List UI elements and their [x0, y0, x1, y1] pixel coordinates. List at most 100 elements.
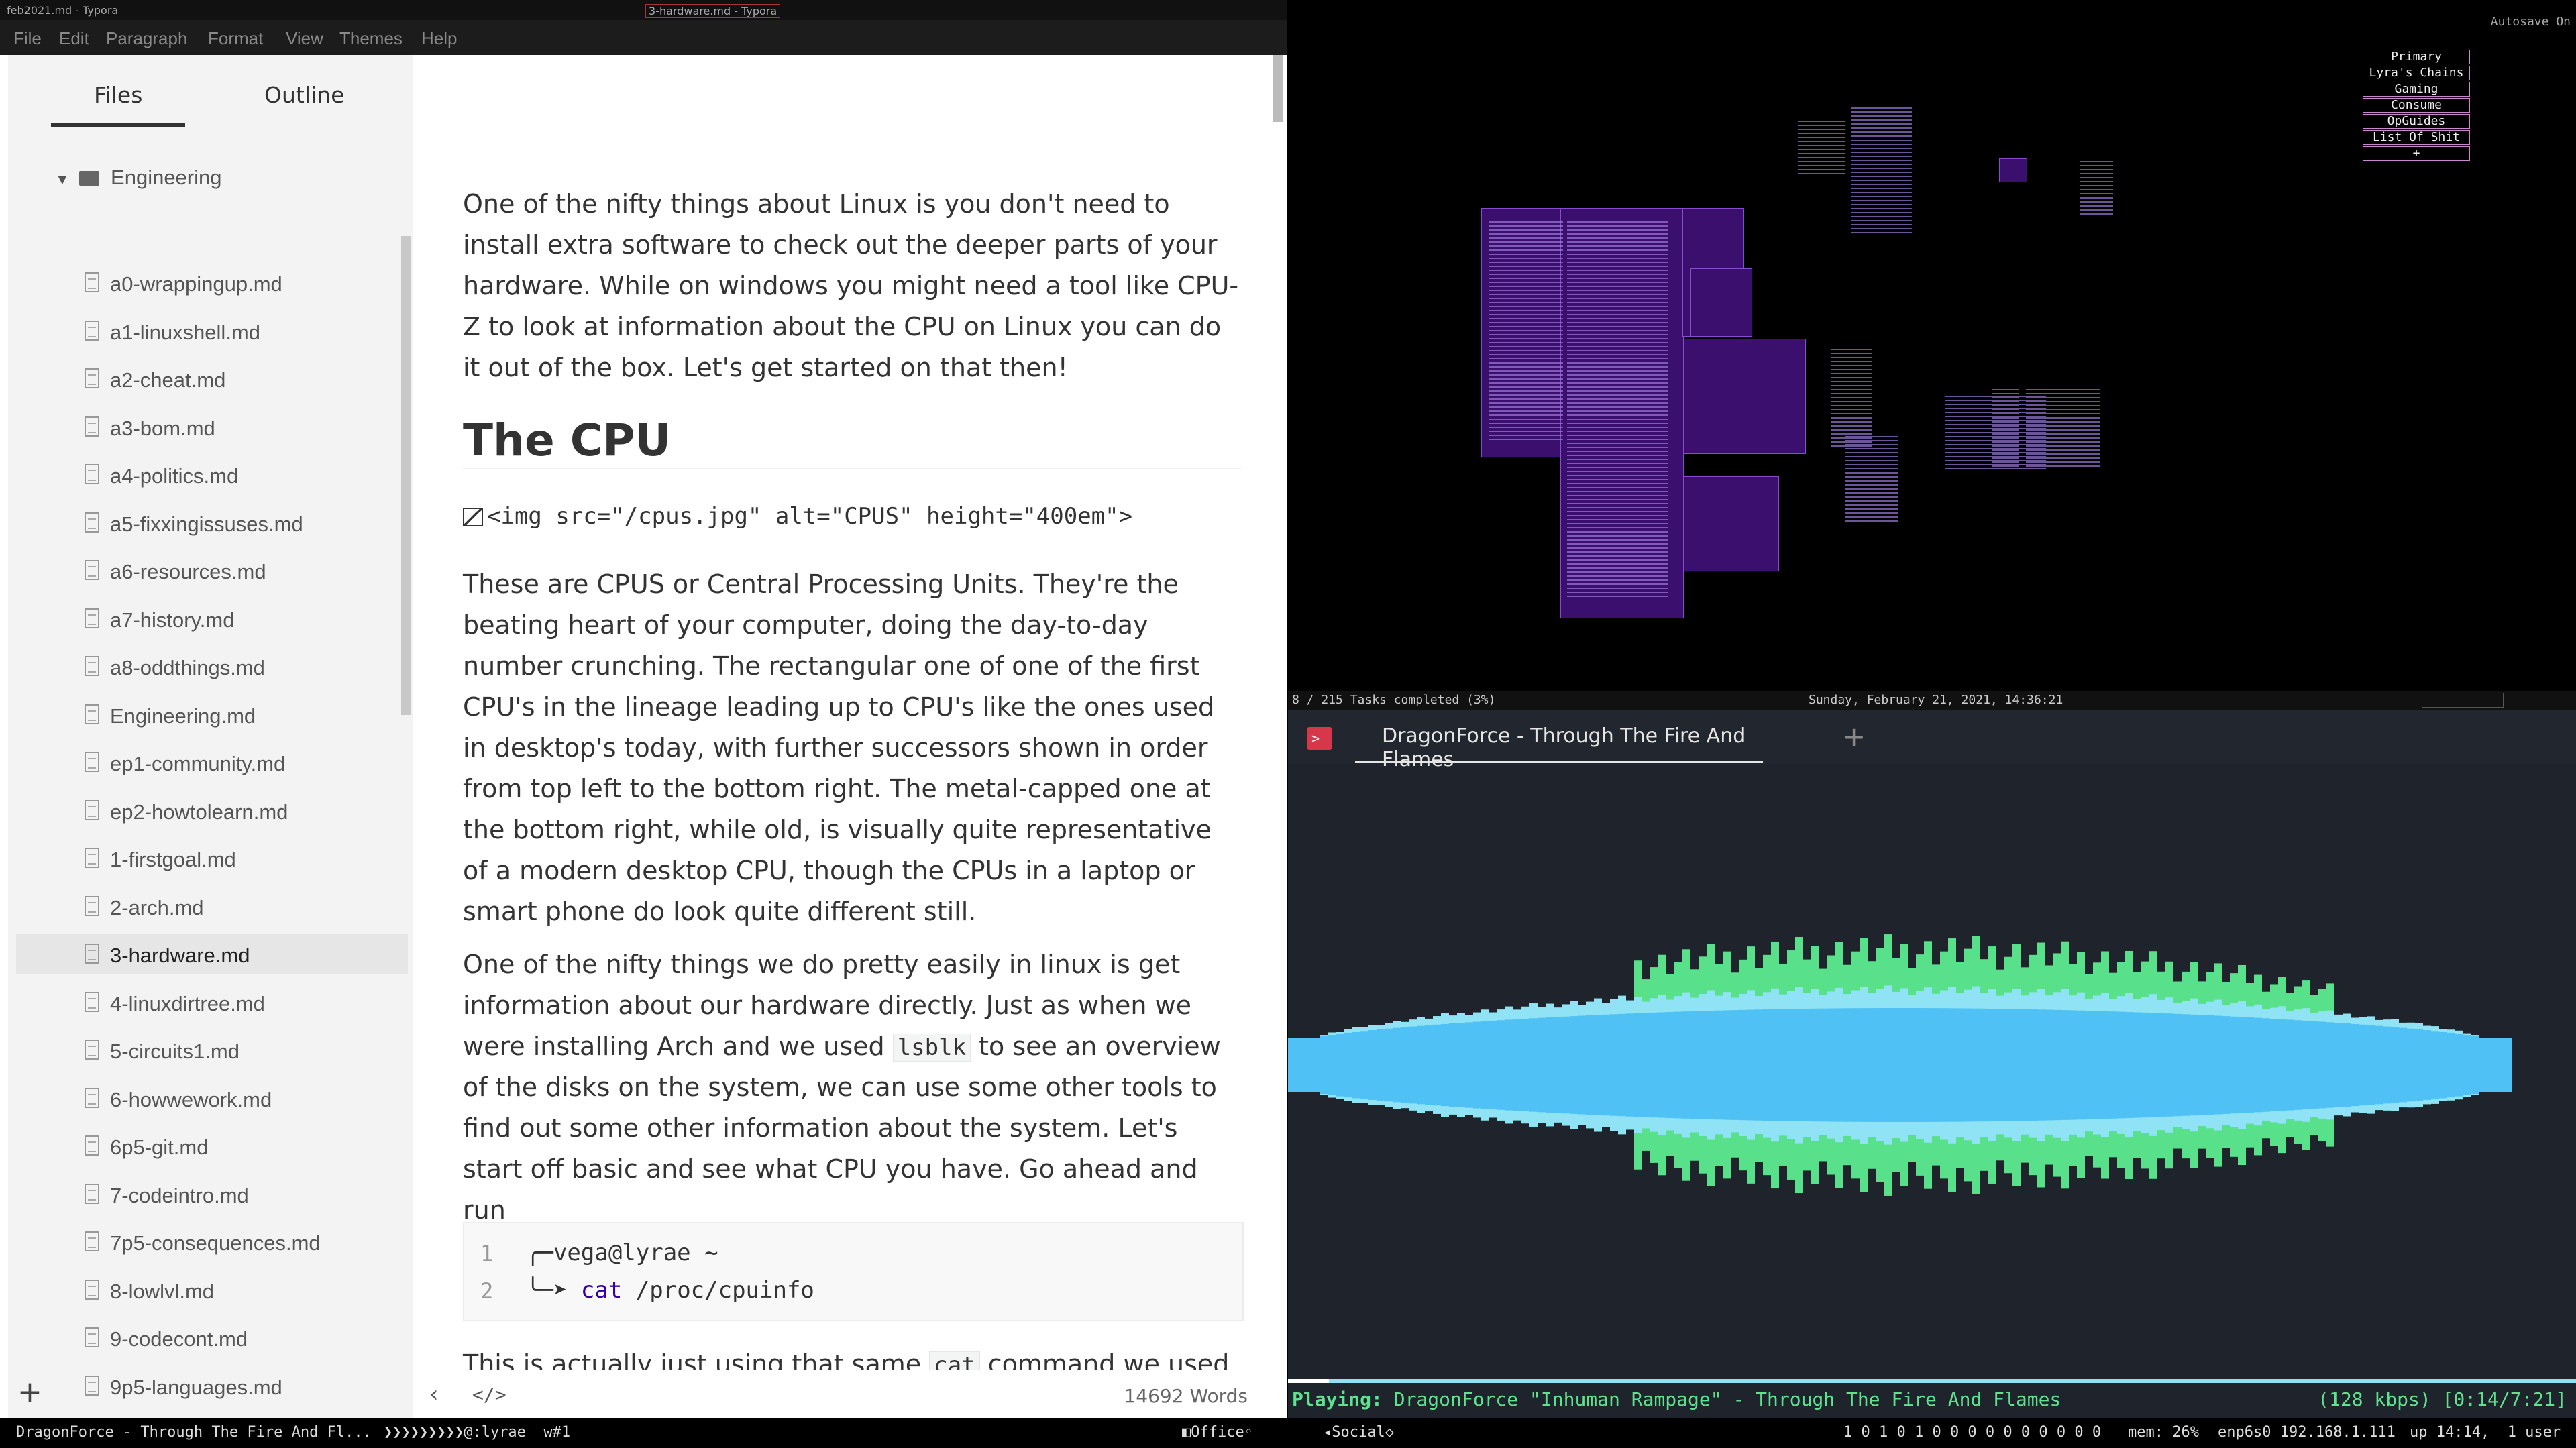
- workspace-add[interactable]: +: [2363, 146, 2470, 161]
- workspace-list[interactable]: List Of Shit: [2363, 130, 2470, 145]
- sidebar-file-item[interactable]: a3-bom.md: [79, 407, 408, 447]
- sidebar-file-item[interactable]: a5-fixxingissuses.md: [79, 503, 408, 543]
- visualizer-bar: [2029, 1009, 2037, 1121]
- sidebar-file-item[interactable]: 3-hardware.md: [16, 934, 408, 974]
- sidebar-file-item[interactable]: 5-circuits1.md: [79, 1030, 408, 1070]
- panel-workspace-office[interactable]: ◧Office◦: [1182, 1424, 1253, 1441]
- chevron-down-icon: ▼: [55, 171, 70, 188]
- sidebar-file-item[interactable]: 4-linuxdirtree.md: [79, 983, 408, 1023]
- line-number: 2: [480, 1278, 494, 1304]
- active-tab-indicator: [51, 123, 185, 127]
- panel-workspace-social[interactable]: ◂Social◇: [1323, 1424, 1394, 1441]
- code-block[interactable]: 1 2 ╭─vega@lyrae ~ ╰─➤ cat /proc/cpuinfo: [463, 1222, 1244, 1321]
- visualizer-bar: [2463, 1035, 2471, 1095]
- document-editor[interactable]: One of the nifty things about Linux is y…: [416, 55, 1287, 1370]
- sidebar-file-item[interactable]: a2-cheat.md: [79, 359, 408, 399]
- visualizer-bar: [2455, 1034, 2463, 1097]
- add-file-button[interactable]: +: [17, 1375, 42, 1409]
- sidebar-file-label: a4-politics.md: [110, 464, 239, 488]
- heading-rule: [463, 468, 1241, 469]
- visualizer-bar: [1449, 1023, 1457, 1107]
- menu-view[interactable]: View: [286, 28, 323, 49]
- file-icon: [85, 1183, 99, 1204]
- tab-outline[interactable]: Outline: [264, 82, 344, 108]
- sidebar-file-item[interactable]: a1-linuxshell.md: [79, 311, 408, 351]
- editor-scrollbar[interactable]: [1273, 55, 1283, 122]
- visualizer-bar: [1715, 1010, 1723, 1120]
- terminal-icon[interactable]: >_: [1307, 727, 1332, 750]
- file-icon: [85, 1040, 99, 1060]
- visualizer-bar: [2230, 1016, 2238, 1114]
- menu-file[interactable]: File: [13, 28, 42, 49]
- task-status-bar: 8 / 215 Tasks completed (3%) Sunday, Feb…: [1288, 691, 2576, 710]
- image-tag-line: <img src="/cpus.jpg" alt="CPUS" height="…: [463, 503, 1132, 530]
- sidebar-file-item[interactable]: 7p5-consequences.md: [79, 1222, 408, 1262]
- sidebar-scrollbar[interactable]: [401, 236, 411, 715]
- sidebar-file-label: a0-wrappingup.md: [110, 272, 282, 296]
- visualizer-bar: [2375, 1025, 2383, 1105]
- visualizer-bar: [1763, 1009, 1771, 1121]
- workspace-primary[interactable]: Primary: [2363, 50, 2470, 64]
- sidebar-file-item[interactable]: 6-howwework.md: [79, 1078, 408, 1119]
- terminal-tab[interactable]: DragonForce - Through The Fire And Flame…: [1355, 710, 1763, 771]
- tab-files[interactable]: Files: [94, 82, 142, 108]
- broken-image-icon: [463, 508, 483, 526]
- sidebar-file-item[interactable]: a6-resources.md: [79, 551, 408, 591]
- heading-the-cpu: The CPU: [463, 414, 672, 466]
- panel-memory: mem: 26%: [2128, 1424, 2199, 1441]
- sidebar-file-item[interactable]: ep1-community.md: [79, 742, 408, 783]
- note-text: [1489, 221, 1563, 443]
- visualizer-bar: [1618, 1013, 1626, 1117]
- workspace-opguides[interactable]: OpGuides: [2363, 114, 2470, 129]
- sidebar-file-item[interactable]: 9-codecont.md: [79, 1318, 408, 1358]
- workspace-gaming[interactable]: Gaming: [2363, 82, 2470, 97]
- sidebar-file-item[interactable]: a7-history.md: [79, 599, 408, 639]
- sidebar-file-item[interactable]: a8-oddthings.md: [79, 647, 408, 687]
- visualizer-bar: [2359, 1024, 2367, 1106]
- word-count[interactable]: 14692 Words: [1124, 1385, 1248, 1407]
- folder-engineering[interactable]: ▼ Engineering: [55, 166, 222, 190]
- sidebar-file-item[interactable]: ep2-howtolearn.md: [79, 791, 408, 831]
- sidebar-file-item[interactable]: Engineering.md: [79, 695, 408, 735]
- code-prompt: ╰─➤: [526, 1277, 581, 1304]
- visualizer-bar: [2149, 1013, 2157, 1117]
- menu-themes[interactable]: Themes: [339, 28, 402, 49]
- note-block: [1684, 537, 1779, 571]
- sidebar-file-item[interactable]: 9p5-languages.md: [79, 1366, 408, 1406]
- visualizer-bar: [2214, 1015, 2222, 1115]
- visualizer-bar: [2479, 1038, 2487, 1092]
- visualizer-bar: [1827, 1008, 1835, 1122]
- typora-window: feb2021.md - Typora 3-hardware.md - Typo…: [0, 0, 1287, 1419]
- sidebar-file-item[interactable]: 7-codeintro.md: [79, 1174, 408, 1215]
- visualizer-bar: [1433, 1024, 1441, 1106]
- sidebar-file-item[interactable]: 2-arch.md: [79, 887, 408, 927]
- search-box[interactable]: [2422, 693, 2504, 708]
- sidebar-file-item[interactable]: a4-politics.md: [79, 455, 408, 495]
- visualizer-bar: [2439, 1032, 2447, 1099]
- menu-edit[interactable]: Edit: [59, 28, 89, 49]
- menu-help[interactable]: Help: [421, 28, 457, 49]
- sidebar-file-item[interactable]: a0-wrappingup.md: [79, 263, 408, 303]
- playback-progress[interactable]: [1288, 1379, 2576, 1383]
- workspace-lyras-chains[interactable]: Lyra's Chains: [2363, 66, 2470, 80]
- file-icon: [85, 320, 99, 341]
- panel-uptime: up 14:14, 1 user: [2410, 1424, 2561, 1441]
- sidebar-file-item[interactable]: 6p5-git.md: [79, 1126, 408, 1166]
- chevron-left-icon[interactable]: ‹: [429, 1381, 439, 1408]
- visualizer-bar: [2471, 1036, 2479, 1095]
- visualizer-bar: [1368, 1030, 1377, 1100]
- menu-format[interactable]: Format: [208, 28, 263, 49]
- new-tab-button[interactable]: +: [1842, 720, 1866, 753]
- sidebar-file-item[interactable]: 1-firstgoal.md: [79, 838, 408, 879]
- sidebar-file-label: Engineering.md: [110, 704, 256, 728]
- visualizer-bar: [1465, 1022, 1473, 1108]
- visualizer-bar: [1521, 1019, 1529, 1111]
- panel-window-title[interactable]: DragonForce - Through The Fire And Fl...: [16, 1424, 372, 1441]
- source-code-mode-button[interactable]: </>: [472, 1384, 506, 1406]
- visualizer-bar: [2085, 1011, 2093, 1119]
- visualizer-bar: [2302, 1020, 2310, 1110]
- menu-paragraph[interactable]: Paragraph: [106, 28, 187, 49]
- workspace-consume[interactable]: Consume: [2363, 98, 2470, 113]
- sidebar-file-item[interactable]: 8-lowlvl.md: [79, 1270, 408, 1311]
- sidebar-file-label: 3-hardware.md: [110, 944, 250, 967]
